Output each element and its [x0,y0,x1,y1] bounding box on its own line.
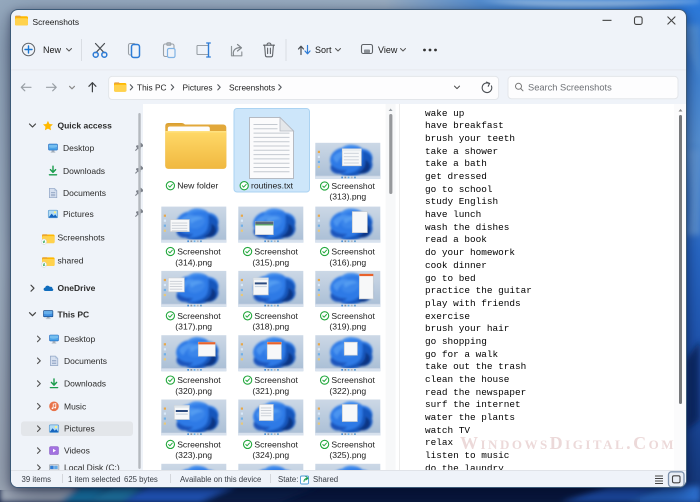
svg-text:(321).png: (321).png [252,386,289,396]
svg-text:Sort: Sort [315,45,332,55]
svg-text:(316).png: (316).png [329,257,366,267]
svg-text:Screenshot: Screenshot [177,247,221,257]
svg-text:Quick access: Quick access [58,121,113,131]
svg-text:Desktop: Desktop [63,143,94,153]
svg-text:Screenshot: Screenshot [331,247,375,257]
svg-text:(325).png: (325).png [329,450,366,460]
svg-text:Documents: Documents [64,356,107,366]
svg-text:Screenshot: Screenshot [331,375,375,385]
svg-text:Screenshot: Screenshot [331,439,375,449]
svg-text:(317).png: (317).png [175,322,212,332]
svg-text:(314).png: (314).png [175,257,212,267]
svg-text:Documents: Documents [63,188,106,198]
svg-text:Screenshot: Screenshot [331,181,375,191]
svg-text:Pictures: Pictures [63,209,94,219]
svg-text:New folder: New folder [177,181,218,191]
svg-text:Downloads: Downloads [64,379,106,389]
svg-text:Desktop: Desktop [64,334,95,344]
svg-text:Music: Music [64,401,87,411]
svg-text:Screenshot: Screenshot [254,439,298,449]
svg-text:shared: shared [58,256,84,266]
svg-text:This PC: This PC [137,82,167,92]
svg-text:(318).png: (318).png [252,322,289,332]
svg-text:Downloads: Downloads [63,166,105,176]
svg-text:OneDrive: OneDrive [58,283,96,293]
svg-text:(320).png: (320).png [175,386,212,396]
svg-text:Screenshots: Screenshots [58,233,105,243]
svg-text:(323).png: (323).png [175,450,212,460]
svg-text:(319).png: (319).png [329,322,366,332]
svg-text:Screenshot: Screenshot [177,375,221,385]
svg-text:(324).png: (324).png [252,450,289,460]
svg-text:Screenshot: Screenshot [254,375,298,385]
svg-text:Screenshots: Screenshots [229,82,275,92]
svg-text:(315).png: (315).png [252,257,289,267]
svg-text:Search Screenshots: Search Screenshots [528,83,612,93]
svg-text:Screenshot: Screenshot [254,247,298,257]
svg-text:(313).png: (313).png [329,192,366,202]
svg-text:(322).png: (322).png [329,386,366,396]
svg-text:New: New [43,45,62,55]
svg-text:Pictures: Pictures [183,82,213,92]
svg-text:Screenshot: Screenshot [254,311,298,321]
svg-text:View: View [378,45,398,55]
svg-text:Screenshot: Screenshot [177,439,221,449]
svg-text:Screenshot: Screenshot [177,311,221,321]
svg-text:Pictures: Pictures [64,424,95,434]
svg-text:routines.txt: routines.txt [251,181,294,191]
svg-text:Screenshot: Screenshot [331,311,375,321]
svg-text:This PC: This PC [58,309,90,319]
svg-text:Videos: Videos [64,446,90,456]
